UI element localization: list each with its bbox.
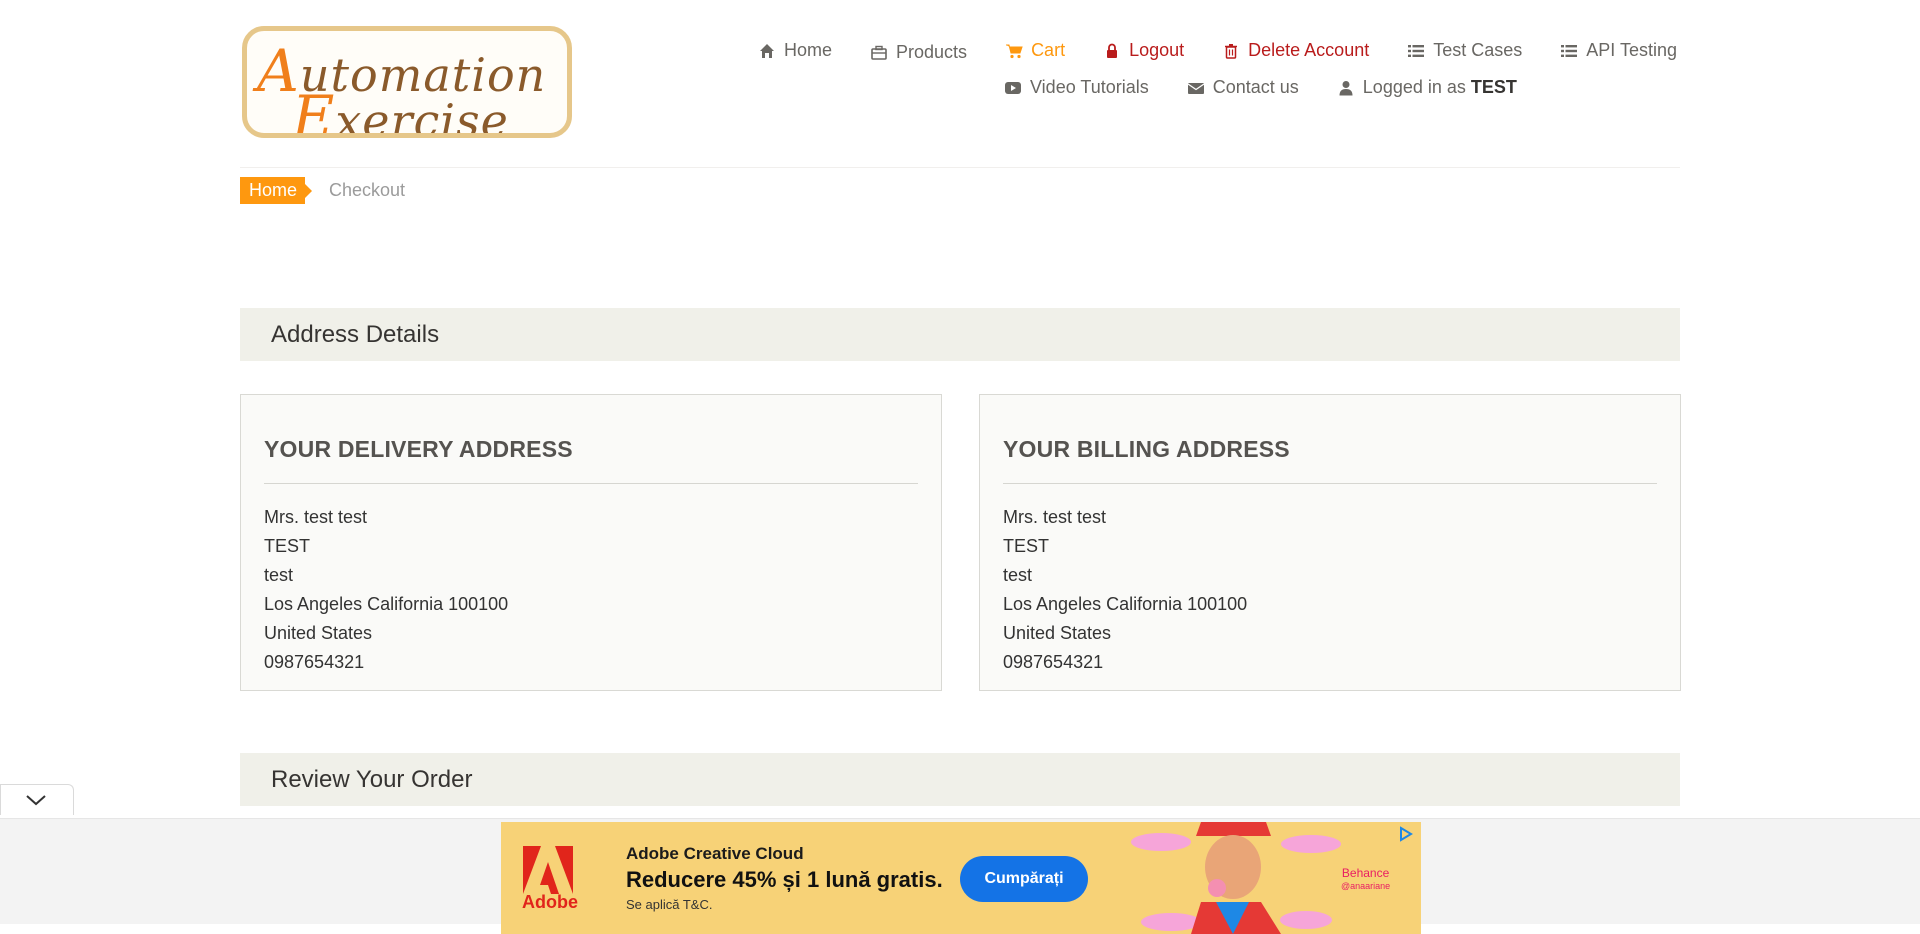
ad-headline: Adobe Creative Cloud: [626, 844, 804, 863]
breadcrumb: Home Checkout: [240, 177, 405, 204]
envelope-icon: [1187, 82, 1205, 94]
review-order-heading: Review Your Order: [240, 753, 1680, 806]
billing-company: TEST: [1003, 536, 1050, 556]
delivery-city-state-zip: Los Angeles California 100100: [264, 594, 509, 614]
ad-illustration: [1131, 822, 1341, 934]
breadcrumb-home-link[interactable]: Home: [240, 177, 313, 204]
user-icon: [1339, 80, 1353, 95]
delivery-address-title: YOUR DELIVERY ADDRESS: [264, 436, 573, 462]
billing-address-divider: [1003, 483, 1657, 484]
logged-in-username: TEST: [1470, 77, 1517, 97]
chevron-down-icon: [26, 795, 46, 806]
logo-line-2: Exercise: [292, 83, 509, 138]
nav-contact-us-label: Contact us: [1212, 77, 1299, 97]
nav-products-link[interactable]: Products: [870, 42, 967, 63]
delivery-company: TEST: [264, 536, 311, 556]
list-icon: [1561, 44, 1578, 57]
nav-home-label: Home: [784, 40, 833, 60]
breadcrumb-current: Checkout: [329, 180, 406, 200]
ad-terms: Se aplică T&C.: [626, 897, 713, 912]
delivery-phone: 0987654321: [264, 652, 365, 672]
nav-logout-link[interactable]: Logout: [1103, 40, 1184, 61]
ad-offer: Reducere 45% și 1 lună gratis.: [626, 867, 943, 892]
list-icon: [1408, 44, 1425, 57]
nav-contact-us-link[interactable]: Contact us: [1187, 77, 1299, 98]
behance-credit: Behance @anaariane: [1341, 866, 1391, 892]
nav-logout-label: Logout: [1129, 40, 1185, 60]
nav-test-cases-link[interactable]: Test Cases: [1407, 40, 1522, 61]
billing-address-lines: Mrs. test test TEST test Los Angeles Cal…: [1003, 503, 1247, 677]
billing-address1: test: [1003, 565, 1033, 585]
delivery-address-lines: Mrs. test test TEST test Los Angeles Cal…: [264, 503, 508, 677]
billing-address-title: YOUR BILLING ADDRESS: [1003, 436, 1290, 462]
logged-in-label: Logged in as: [1362, 77, 1466, 97]
youtube-icon: [1005, 81, 1021, 94]
nav-test-cases-label: Test Cases: [1433, 40, 1523, 60]
address-details-heading: Address Details: [240, 308, 1680, 361]
nav-api-testing-label: API Testing: [1586, 40, 1677, 60]
ad-collapse-toggle[interactable]: [0, 784, 74, 815]
nav-home-link[interactable]: Home: [758, 40, 832, 61]
site-header: Automation Exercise Home Products Cart L…: [0, 0, 1920, 168]
delivery-address-divider: [264, 483, 918, 484]
billing-phone: 0987654321: [1003, 652, 1104, 672]
ad-cta-button[interactable]: Cumpărați: [960, 856, 1088, 902]
home-icon: [760, 43, 774, 58]
lock-icon: [1107, 43, 1118, 58]
header-divider: [240, 167, 1680, 168]
nav-api-testing-link[interactable]: API Testing: [1560, 40, 1677, 61]
trash-icon: [1225, 43, 1238, 59]
billing-name: Mrs. test test: [1003, 507, 1107, 527]
products-icon: [871, 45, 887, 60]
billing-address-box: YOUR BILLING ADDRESS Mrs. test test TEST…: [979, 394, 1681, 691]
adobe-logo-icon: [523, 846, 573, 894]
nav-primary: Home Products Cart Logout Delete Account…: [758, 38, 1715, 63]
delivery-address1: test: [264, 565, 294, 585]
adobe-ad[interactable]: Adobe Adobe Creative Cloud Reducere 45% …: [501, 822, 1421, 934]
nav-secondary: Video Tutorials Contact us Logged in as T…: [1004, 77, 1555, 98]
billing-city-state-zip: Los Angeles California 100100: [1003, 594, 1248, 614]
nav-video-tutorials-label: Video Tutorials: [1030, 77, 1149, 97]
ad-choices-icon[interactable]: [1398, 826, 1414, 842]
nav-cart-label: Cart: [1031, 40, 1066, 60]
nav-cart-link[interactable]: Cart: [1005, 40, 1065, 61]
nav-delete-account-label: Delete Account: [1248, 40, 1370, 60]
delivery-country: United States: [264, 623, 373, 643]
delivery-address-box: YOUR DELIVERY ADDRESS Mrs. test test TES…: [240, 394, 942, 691]
nav-logged-in-as[interactable]: Logged in as TEST: [1337, 77, 1517, 98]
delivery-name: Mrs. test test: [264, 507, 368, 527]
nav-video-tutorials-link[interactable]: Video Tutorials: [1004, 77, 1149, 98]
adobe-wordmark: Adobe: [522, 892, 578, 912]
nav-products-label: Products: [896, 42, 968, 62]
site-logo[interactable]: Automation Exercise: [242, 26, 572, 138]
nav-delete-account-link[interactable]: Delete Account: [1222, 40, 1369, 61]
cart-icon: [1006, 44, 1023, 58]
billing-country: United States: [1003, 623, 1112, 643]
